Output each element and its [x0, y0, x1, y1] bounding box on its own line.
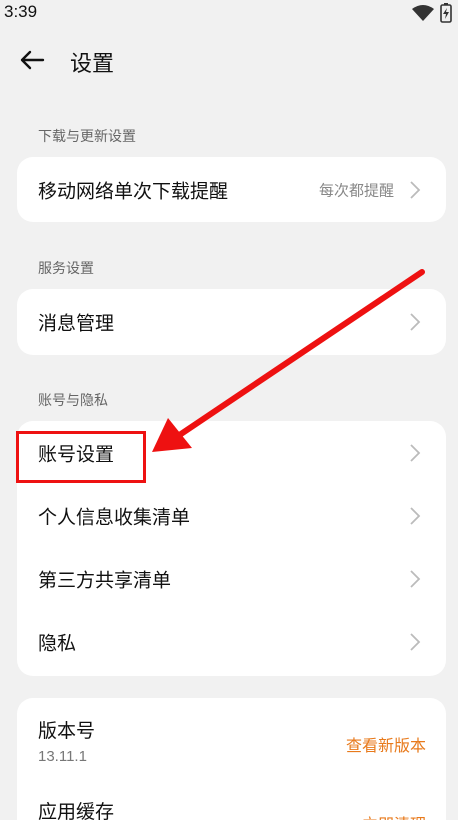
arrow-left-icon [20, 50, 45, 70]
row-label: 移动网络单次下载提醒 [38, 180, 229, 202]
chevron-right-icon [410, 569, 421, 588]
section-label-service: 服务设置 [38, 261, 94, 277]
chevron-right-icon [410, 313, 421, 331]
row-label: 消息管理 [38, 312, 115, 335]
card-account: 账号设置 个人信息收集清单 第三方共享清单 隐私 [17, 421, 446, 676]
row-message-management[interactable]: 消息管理 [17, 289, 446, 355]
battery-charging-icon [440, 3, 452, 23]
chevron-right-icon [410, 443, 421, 462]
status-bar: 3:39 [0, 0, 458, 26]
row-label: 账号设置 [38, 443, 115, 465]
version-label: 版本号 [38, 720, 96, 742]
row-label: 第三方共享清单 [38, 569, 172, 591]
wifi-icon [412, 5, 434, 21]
version-value: 13.11.1 [38, 748, 87, 765]
chevron-right-icon [410, 506, 421, 525]
row-mobile-download-reminder[interactable]: 移动网络单次下载提醒 每次都提醒 [17, 157, 446, 222]
card-download: 移动网络单次下载提醒 每次都提醒 [17, 157, 446, 222]
card-service: 消息管理 [17, 289, 446, 355]
page-title: 设置 [70, 52, 115, 77]
row-personal-info-list[interactable]: 个人信息收集清单 [17, 484, 446, 547]
cache-label: 应用缓存 [38, 801, 115, 820]
status-time: 3:39 [4, 2, 38, 21]
row-version: 版本号 13.11.1 查看新版本 [17, 698, 446, 783]
row-label: 隐私 [38, 632, 77, 654]
row-third-party-list[interactable]: 第三方共享清单 [17, 547, 446, 610]
check-new-version-link[interactable]: 查看新版本 [346, 732, 426, 756]
row-privacy[interactable]: 隐私 [17, 610, 446, 673]
chevron-right-icon [410, 632, 421, 651]
annotation-arrow [152, 269, 425, 452]
section-label-download: 下载与更新设置 [38, 129, 136, 145]
title-bar: 设置 [0, 40, 458, 80]
clear-cache-link[interactable]: 立即清理 [362, 811, 426, 820]
status-icons [412, 3, 452, 23]
section-label-account: 账号与隐私 [38, 393, 108, 409]
chevron-right-icon [410, 180, 421, 199]
card-about: 版本号 13.11.1 查看新版本 应用缓存 立即清理 [17, 698, 446, 820]
back-button[interactable] [16, 44, 48, 76]
row-account-settings[interactable]: 账号设置 [17, 421, 446, 484]
row-value: 每次都提醒 [318, 181, 394, 199]
row-app-cache: 应用缓存 立即清理 [17, 783, 446, 820]
row-label: 个人信息收集清单 [38, 506, 191, 528]
